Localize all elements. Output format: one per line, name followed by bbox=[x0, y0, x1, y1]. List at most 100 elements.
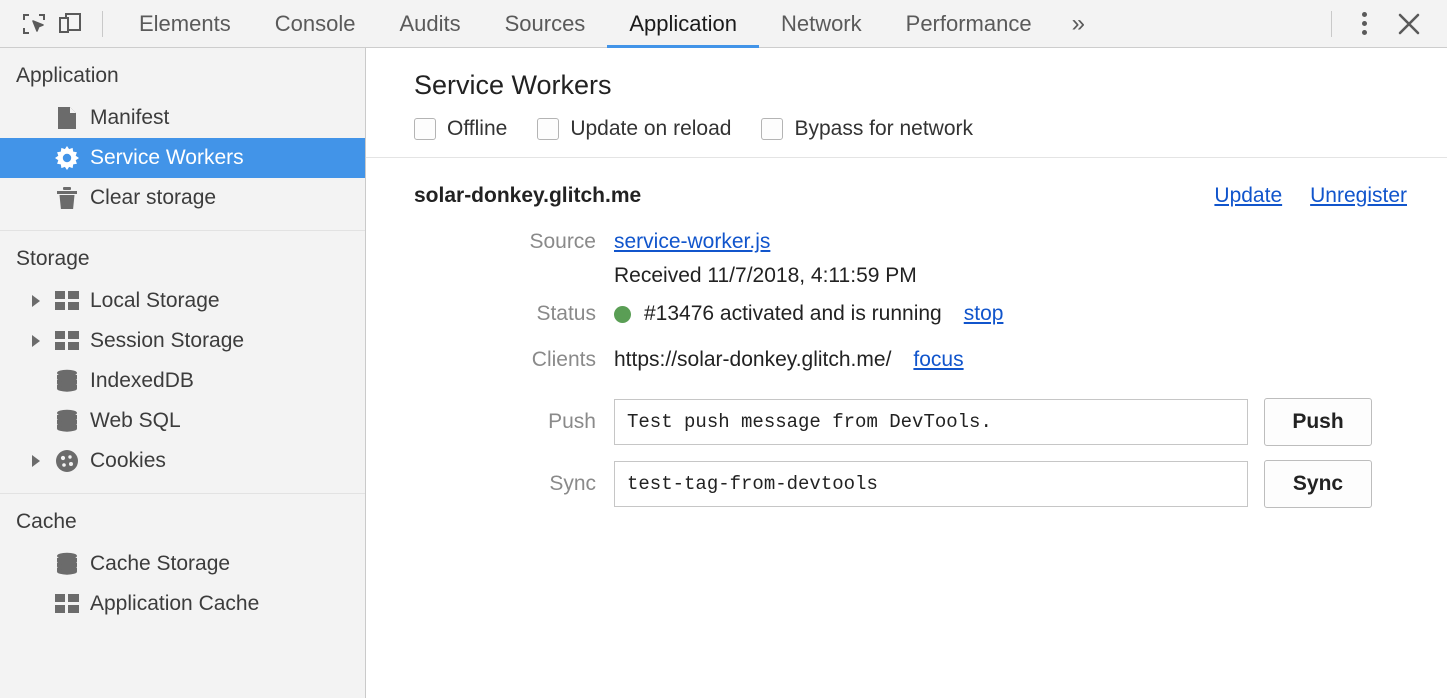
service-worker-options: Offline Update on reload Bypass for netw… bbox=[366, 101, 1447, 158]
registration-actions: Update Unregister bbox=[1214, 184, 1407, 208]
unregister-link[interactable]: Unregister bbox=[1310, 184, 1407, 208]
tab-label: Network bbox=[781, 11, 862, 37]
toolbar-divider bbox=[102, 11, 103, 37]
sidebar-item-label: Manifest bbox=[82, 106, 169, 130]
sidebar-item-application-cache[interactable]: Application Cache bbox=[0, 584, 365, 624]
push-input[interactable] bbox=[614, 399, 1248, 445]
clients-value: https://solar-donkey.glitch.me/ focus bbox=[614, 348, 964, 372]
chevron-right-icon[interactable] bbox=[30, 454, 52, 468]
checkbox-box[interactable] bbox=[537, 118, 559, 140]
gear-icon bbox=[52, 146, 82, 170]
service-worker-registration: solar-donkey.glitch.me Update Unregister… bbox=[366, 158, 1447, 508]
offline-label: Offline bbox=[436, 117, 507, 141]
update-link[interactable]: Update bbox=[1214, 184, 1282, 208]
sidebar-item-local-storage[interactable]: Local Storage bbox=[0, 281, 365, 321]
focus-link[interactable]: focus bbox=[913, 348, 963, 372]
toolbar-right-group bbox=[1317, 10, 1433, 38]
toolbar-divider-right bbox=[1331, 11, 1332, 37]
sidebar-item-cookies[interactable]: Cookies bbox=[0, 441, 365, 481]
trash-icon bbox=[52, 186, 82, 210]
sidebar-item-label: IndexedDB bbox=[82, 369, 194, 393]
tab-network[interactable]: Network bbox=[759, 0, 884, 48]
status-value: #13476 activated and is running stop bbox=[614, 302, 1003, 326]
chevron-right-icon[interactable] bbox=[30, 334, 52, 348]
offline-checkbox[interactable]: Offline bbox=[414, 117, 507, 141]
push-label: Push bbox=[414, 410, 614, 434]
clients-row: Clients https://solar-donkey.glitch.me/ … bbox=[414, 348, 1407, 372]
push-button[interactable]: Push bbox=[1264, 398, 1372, 446]
sync-row: Sync Sync bbox=[414, 460, 1407, 508]
status-row: Status #13476 activated and is running s… bbox=[414, 302, 1407, 326]
push-row: Push Push bbox=[414, 398, 1407, 446]
tab-label: Application bbox=[629, 11, 737, 37]
sidebar-item-label: Service Workers bbox=[82, 146, 244, 170]
tab-label: Elements bbox=[139, 11, 231, 37]
sidebar-item-label: Application Cache bbox=[82, 592, 259, 616]
database-icon bbox=[52, 409, 82, 433]
sidebar-item-label: Cookies bbox=[82, 449, 166, 473]
table-icon bbox=[52, 594, 82, 614]
clients-label: Clients bbox=[414, 348, 614, 372]
sidebar-item-label: Session Storage bbox=[82, 329, 244, 353]
application-sidebar: Application Manifest bbox=[0, 48, 366, 698]
close-icon[interactable] bbox=[1383, 10, 1433, 38]
devtools-toolbar: Elements Console Audits Sources Applicat… bbox=[0, 0, 1447, 48]
tab-label: Performance bbox=[906, 11, 1032, 37]
tab-audits[interactable]: Audits bbox=[377, 0, 482, 48]
sync-button[interactable]: Sync bbox=[1264, 460, 1372, 508]
sidebar-item-label: Local Storage bbox=[82, 289, 220, 313]
sidebar-section-cache: Cache Cache Storage bbox=[0, 494, 365, 636]
registration-origin: solar-donkey.glitch.me bbox=[414, 184, 641, 208]
source-value: service-worker.js bbox=[614, 230, 770, 254]
tab-label: Sources bbox=[505, 11, 586, 37]
cookie-icon bbox=[52, 449, 82, 473]
source-file-link[interactable]: service-worker.js bbox=[614, 230, 770, 254]
sidebar-item-clear-storage[interactable]: Clear storage bbox=[0, 178, 365, 218]
more-tabs-icon[interactable]: » bbox=[1054, 0, 1103, 48]
database-icon bbox=[52, 369, 82, 393]
checkbox-box[interactable] bbox=[414, 118, 436, 140]
tab-performance[interactable]: Performance bbox=[884, 0, 1054, 48]
status-text: #13476 activated and is running bbox=[644, 302, 942, 326]
sidebar-item-session-storage[interactable]: Session Storage bbox=[0, 321, 365, 361]
device-toolbar-icon[interactable] bbox=[52, 6, 88, 42]
sidebar-item-cache-storage[interactable]: Cache Storage bbox=[0, 544, 365, 584]
chevron-right-icon[interactable] bbox=[30, 294, 52, 308]
received-value: Received 11/7/2018, 4:11:59 PM bbox=[614, 264, 917, 288]
source-row: Source service-worker.js bbox=[414, 230, 1407, 254]
service-workers-panel: Service Workers Offline Update on reload… bbox=[366, 48, 1447, 698]
panel-tabs: Elements Console Audits Sources Applicat… bbox=[117, 0, 1054, 48]
tab-label: Audits bbox=[399, 11, 460, 37]
sidebar-section-title: Cache bbox=[0, 504, 365, 544]
registration-details: Source service-worker.js Received 11/7/2… bbox=[414, 230, 1407, 508]
inspect-element-icon[interactable] bbox=[16, 6, 52, 42]
sync-label: Sync bbox=[414, 472, 614, 496]
sidebar-item-manifest[interactable]: Manifest bbox=[0, 98, 365, 138]
sidebar-section-application: Application Manifest bbox=[0, 48, 365, 231]
bypass-for-network-label: Bypass for network bbox=[783, 117, 973, 141]
tab-elements[interactable]: Elements bbox=[117, 0, 253, 48]
tab-console[interactable]: Console bbox=[253, 0, 378, 48]
sidebar-item-indexeddb[interactable]: IndexedDB bbox=[0, 361, 365, 401]
tab-label: Console bbox=[275, 11, 356, 37]
database-icon bbox=[52, 552, 82, 576]
checkbox-box[interactable] bbox=[761, 118, 783, 140]
kebab-menu-icon[interactable] bbox=[1346, 12, 1383, 35]
update-on-reload-checkbox[interactable]: Update on reload bbox=[537, 117, 731, 141]
sidebar-item-label: Clear storage bbox=[82, 186, 216, 210]
status-label: Status bbox=[414, 302, 614, 326]
table-icon bbox=[52, 291, 82, 311]
sidebar-item-web-sql[interactable]: Web SQL bbox=[0, 401, 365, 441]
sidebar-section-storage: Storage Local Storage bbox=[0, 231, 365, 494]
registration-header: solar-donkey.glitch.me Update Unregister bbox=[414, 184, 1407, 208]
tab-application[interactable]: Application bbox=[607, 0, 759, 48]
sync-input[interactable] bbox=[614, 461, 1248, 507]
client-url: https://solar-donkey.glitch.me/ bbox=[614, 348, 891, 372]
document-icon bbox=[52, 106, 82, 130]
stop-link[interactable]: stop bbox=[964, 302, 1004, 326]
update-on-reload-label: Update on reload bbox=[559, 117, 731, 141]
sidebar-item-service-workers[interactable]: Service Workers bbox=[0, 138, 365, 178]
table-icon bbox=[52, 331, 82, 351]
bypass-for-network-checkbox[interactable]: Bypass for network bbox=[761, 117, 973, 141]
tab-sources[interactable]: Sources bbox=[483, 0, 608, 48]
